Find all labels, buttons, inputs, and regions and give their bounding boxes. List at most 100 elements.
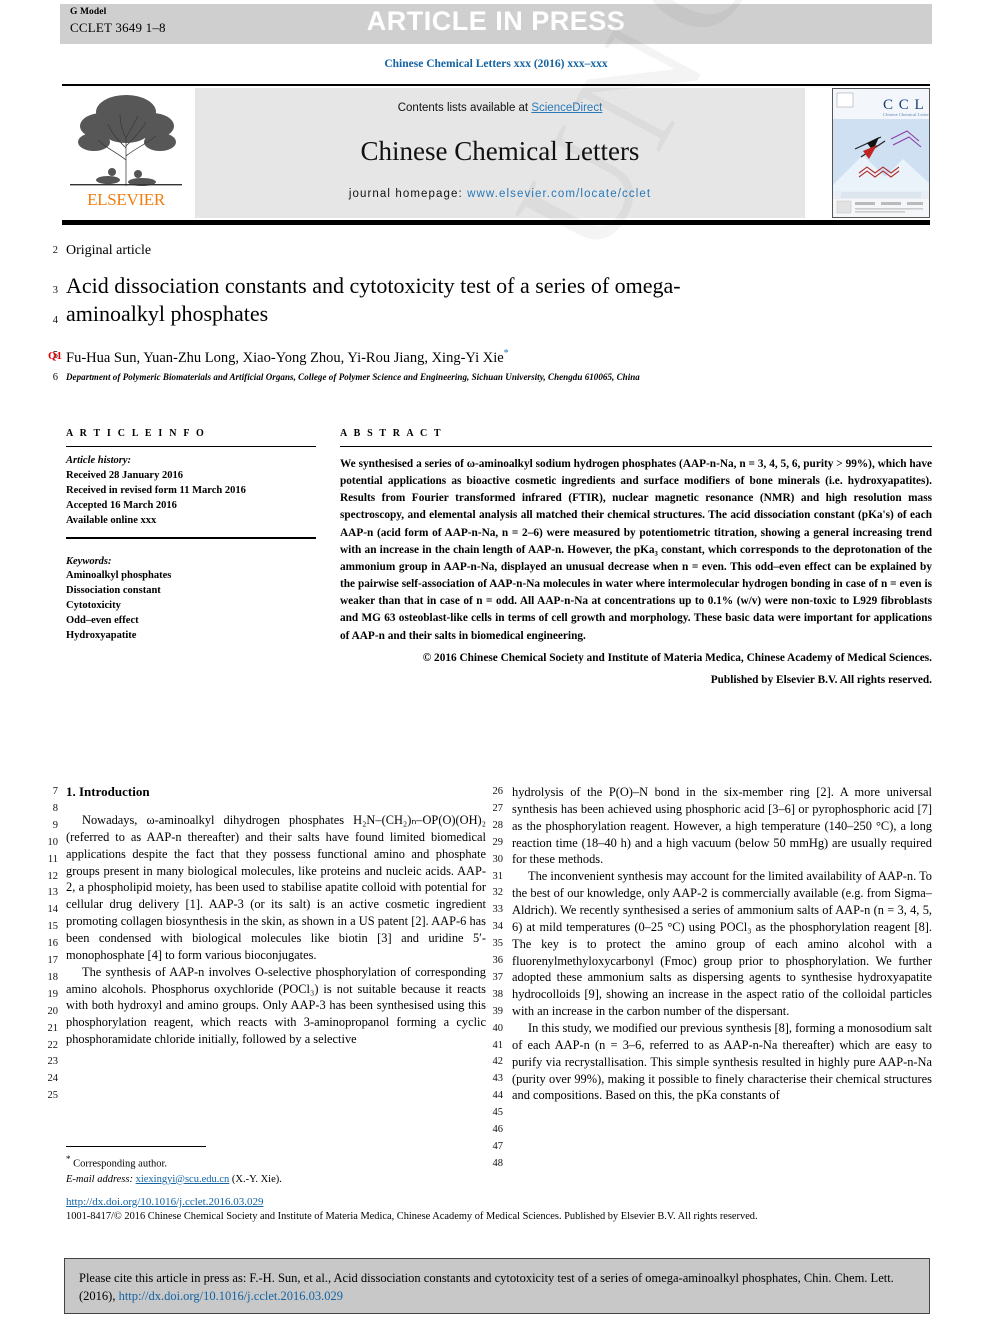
intro-right-column: hydrolysis of the P(O)–N bond in the six… (512, 784, 932, 1104)
contents-prefix: Contents lists available at (397, 102, 532, 114)
line-number: 12 (47, 870, 59, 882)
line-number: 25 (47, 1090, 59, 1102)
author-names: Fu-Hua Sun, Yuan-Zhu Long, Xiao-Yong Zho… (66, 349, 504, 366)
line-number: 36 (492, 955, 504, 966)
keywords-block: Keywords: Aminoalkyl phosphates Dissocia… (66, 555, 316, 644)
email-link[interactable]: xiexingyi@scu.edu.cn (136, 1174, 230, 1185)
article-history-label: Article history: (66, 455, 132, 466)
line-number: 22 (47, 1039, 59, 1051)
journal-title: Chinese Chemical Letters (360, 136, 640, 166)
revised-date: Received in revised form 11 March 2016 (66, 484, 246, 496)
line-number: 6 (52, 372, 58, 383)
corresponding-author-marker: * (503, 348, 509, 359)
line-number: 3 (52, 285, 58, 296)
abstract-column: A B S T R A C T We synthesised a series … (340, 428, 932, 689)
line-number: 47 (492, 1140, 504, 1152)
issn-copyright-line: 1001-8417/© 2016 Chinese Chemical Societ… (66, 1211, 758, 1222)
journal-cover-thumbnail: C C L Chinese Chemical Letters (832, 88, 930, 218)
homepage-label: journal homepage: (348, 188, 468, 200)
line-number: 8 (52, 802, 58, 814)
paragraph-text: hydrolysis of the P(O)–N bond in the six… (512, 785, 932, 867)
email-note: E-mail address: xiexingyi@scu.edu.cn (X.… (66, 1172, 486, 1187)
journal-homepage-link[interactable]: www.elsevier.com/locate/cclet (467, 188, 651, 200)
line-number: 45 (492, 1107, 504, 1119)
svg-text:Chinese Chemical Letters: Chinese Chemical Letters (883, 112, 929, 117)
line-number: 16 (47, 938, 59, 950)
sciencedirect-panel: Contents lists available at ScienceDirec… (195, 88, 805, 218)
intro-left-column: Nowadays, ω-aminoalkyl dihydrogen phosph… (66, 812, 486, 1048)
line-number: 15 (47, 921, 59, 933)
article-history-block: Article history: Received 28 January 201… (66, 454, 316, 529)
line-number: 18 (47, 971, 59, 983)
line-number: 31 (492, 870, 504, 882)
email-address-label: E-mail address: (66, 1173, 133, 1185)
article-info-column: A R T I C L E I N F O Article history: R… (66, 428, 316, 644)
line-number: 32 (492, 887, 504, 899)
line-number: 37 (492, 971, 504, 983)
keyword-item: Aminoalkyl phosphates (66, 570, 172, 582)
running-head: Chinese Chemical Letters xxx (2016) xxx–… (384, 58, 608, 70)
sciencedirect-link[interactable]: ScienceDirect (531, 102, 602, 114)
line-number: 14 (47, 904, 59, 916)
footnote-rule (66, 1146, 206, 1147)
paragraph-text: The inconvenient synthesis may account f… (512, 869, 932, 1019)
line-number: 39 (492, 1005, 504, 1017)
citation-text: Please cite this article in press as: F.… (79, 1269, 917, 1305)
paragraph: hydrolysis of the P(O)–N bond in the six… (512, 784, 932, 868)
keyword-item: Odd–even effect (66, 615, 139, 627)
line-number: 44 (492, 1090, 504, 1102)
abstract-heading: A B S T R A C T (340, 428, 443, 439)
line-number: 19 (47, 988, 59, 1000)
line-number: 10 (47, 836, 59, 848)
citation-doi-link[interactable]: http://dx.doi.org/10.1016/j.cclet.2016.0… (119, 1289, 343, 1303)
paragraph: The synthesis of AAP-n involves O-select… (66, 964, 486, 1048)
line-number: 20 (47, 1005, 59, 1017)
paragraph-text: The synthesis of AAP-n involves O-select… (66, 964, 486, 1047)
article-in-press-text: ARTICLE IN PRESS (366, 6, 626, 36)
query-tag-q1[interactable]: Q1 (48, 350, 62, 362)
citation-box: Please cite this article in press as: F.… (64, 1258, 930, 1314)
line-number: 7 (52, 786, 58, 797)
affiliation: Department of Polymeric Biomaterials and… (66, 372, 640, 382)
abstract-divider (340, 446, 932, 447)
asterisk-icon: * (66, 1154, 71, 1164)
paragraph-text: In this study, we modified our previous … (512, 1021, 932, 1103)
footnote-block: * Corresponding author. E-mail address: … (66, 1153, 486, 1187)
available-online: Available online xxx (66, 514, 157, 526)
line-number: 27 (492, 802, 504, 814)
paragraph-text: Nowadays, ω-aminoalkyl dihydrogen phosph… (66, 813, 486, 962)
line-number: 43 (492, 1073, 504, 1085)
line-number: 38 (492, 988, 504, 1000)
line-number: 33 (492, 904, 504, 916)
corresponding-author-note: * Corresponding author. (66, 1153, 486, 1172)
corresponding-author-label: Corresponding author. (73, 1158, 168, 1170)
section-heading-introduction: 1. Introduction (66, 784, 150, 799)
line-number: 35 (492, 938, 504, 950)
doi-link[interactable]: http://dx.doi.org/10.1016/j.cclet.2016.0… (66, 1196, 263, 1208)
line-number: 34 (492, 921, 504, 933)
line-number: 4 (52, 315, 58, 326)
abstract-body: We synthesised a series of ω-aminoalkyl … (340, 458, 932, 642)
line-number: 9 (52, 819, 58, 831)
paragraph: Nowadays, ω-aminoalkyl dihydrogen phosph… (66, 812, 486, 964)
article-info-heading: A R T I C L E I N F O (66, 428, 206, 439)
line-number: 21 (47, 1022, 59, 1034)
line-number: 40 (492, 1022, 504, 1034)
line-number: 13 (47, 887, 59, 899)
line-number: 41 (492, 1039, 504, 1051)
keyword-item: Hydroxyapatite (66, 630, 137, 642)
header-rule-bottom (62, 220, 930, 225)
line-number: 46 (492, 1124, 504, 1135)
paragraph: The inconvenient synthesis may account f… (512, 868, 932, 1020)
abstract-copyright-line-1: © 2016 Chinese Chemical Society and Inst… (422, 651, 932, 664)
line-number: 42 (492, 1056, 504, 1068)
line-number: 48 (492, 1157, 504, 1169)
abstract-copyright-line-2: Published by Elsevier B.V. All rights re… (710, 673, 932, 686)
keywords-label: Keywords: (66, 555, 112, 567)
contents-line: Contents lists available at ScienceDirec… (195, 102, 805, 114)
keyword-item: Dissociation constant (66, 585, 161, 597)
header-rule-top (62, 84, 930, 86)
received-date: Received 28 January 2016 (66, 469, 183, 481)
journal-header-box: ELSEVIER Contents lists available at Sci… (62, 88, 930, 218)
line-number: 23 (47, 1056, 59, 1068)
